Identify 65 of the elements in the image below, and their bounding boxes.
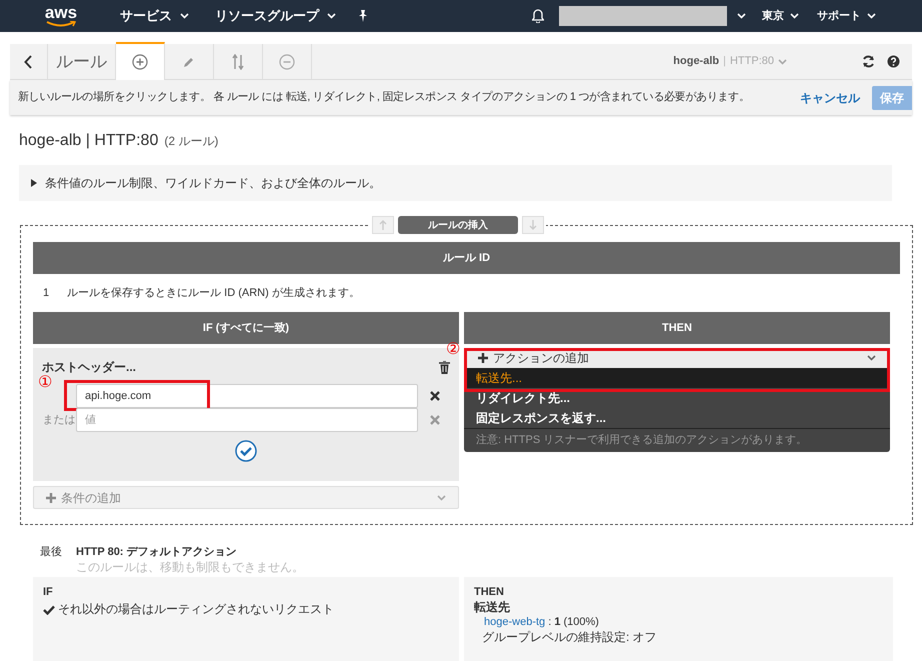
or-label: または — [42, 414, 76, 426]
plus-circle-icon — [132, 54, 148, 70]
then-header: THEN — [464, 312, 890, 344]
aws-logo: aws — [44, 5, 78, 21]
listener-selector[interactable]: hoge-alb | HTTP:80 — [673, 44, 787, 79]
caret-icon — [778, 58, 787, 64]
rule-position: 最後 — [40, 545, 62, 560]
bell-icon[interactable] — [532, 9, 544, 23]
annotation-number: ② — [446, 342, 460, 358]
info-message: 新しいルールの場所をクリックします。 各 ルール には 転送, リダイレクト, 固定レスポンス タイプのアクションの 1 つが含まれている必要があります。 — [18, 90, 750, 106]
rule-count: (2 ルール) — [164, 133, 218, 150]
minus-circle-icon — [279, 54, 295, 70]
plus-icon — [478, 353, 488, 363]
rule-limits-expander[interactable]: 条件値のルール制限、ワイルドカード、および全体のルール。 — [19, 165, 892, 201]
trash-icon[interactable] — [439, 360, 450, 374]
listener-port: HTTP:80 — [730, 54, 774, 70]
checkmark-icon — [43, 604, 55, 614]
rule-number: 1 — [43, 286, 50, 301]
rule-id-header: ルール ID — [33, 242, 900, 274]
listener-name: hoge-alb — [673, 54, 720, 70]
confirm-button[interactable] — [235, 440, 257, 462]
action-option[interactable]: 転送先... — [464, 368, 890, 388]
action-type: 転送先 — [474, 600, 511, 615]
pin-icon[interactable] — [358, 10, 368, 22]
pencil-icon — [183, 56, 195, 68]
value-field[interactable]: api.hoge.com — [76, 384, 418, 408]
up-down-arrows-icon — [232, 54, 244, 70]
default-rule-subtitle: このルールは、移動も制限もできません。 — [76, 560, 304, 575]
action-option[interactable]: リダイレクト先... — [464, 388, 890, 408]
caret-icon — [327, 13, 336, 19]
caret-right-icon — [31, 179, 37, 187]
stickiness-setting: グループレベルの維持設定: オフ — [482, 630, 658, 645]
action-note: 注意: HTTPS リスナーで利用できる追加のアクションがあります。 — [464, 428, 890, 452]
page-title: hoge-alb | HTTP:80 — [19, 131, 158, 151]
plus-icon — [46, 492, 56, 502]
arrow-down-icon — [529, 220, 537, 230]
region-menu[interactable]: 東京 — [762, 8, 799, 24]
if-label: IF — [43, 585, 54, 600]
default-rule-title: HTTP 80: デフォルトアクション — [76, 545, 238, 560]
remove-icon[interactable] — [430, 391, 440, 401]
support-menu[interactable]: サポート — [817, 8, 876, 24]
caret-icon — [790, 13, 799, 19]
toolbar-tab[interactable] — [116, 42, 165, 80]
condition-title: ホストヘッダー... — [42, 359, 136, 375]
chevron-left-icon — [24, 54, 33, 68]
caret-icon — [437, 494, 446, 500]
caret-icon — [867, 13, 876, 19]
value-field[interactable]: 値 — [76, 408, 418, 432]
arrow-up-icon — [379, 220, 387, 230]
separator-text: | — [723, 54, 726, 70]
caret-icon — [180, 13, 189, 19]
rule-note: ルールを保存するときにルール ID (ARN) が生成されます。 — [67, 286, 360, 301]
caret-icon — [867, 355, 876, 361]
cancel-link[interactable]: キャンセル — [800, 88, 860, 106]
nav-menu[interactable]: リソースグループ — [215, 6, 336, 26]
smile-arrow-icon — [46, 21, 76, 27]
caret-icon — [737, 13, 746, 19]
nav-menu[interactable]: サービス — [120, 6, 189, 26]
target-group-weight: hoge-web-tg : 1 (100%) — [484, 615, 600, 630]
target-group-link[interactable]: hoge-web-tg — [484, 616, 546, 628]
annotation-number: ① — [38, 375, 52, 391]
action-option[interactable]: 固定レスポンスを返す... — [464, 408, 890, 428]
if-condition: それ以外の場合はルーティングされないリクエスト — [58, 602, 334, 617]
insert-rule-label: ルールの挿入 — [398, 216, 518, 234]
then-label: THEN — [474, 585, 505, 600]
